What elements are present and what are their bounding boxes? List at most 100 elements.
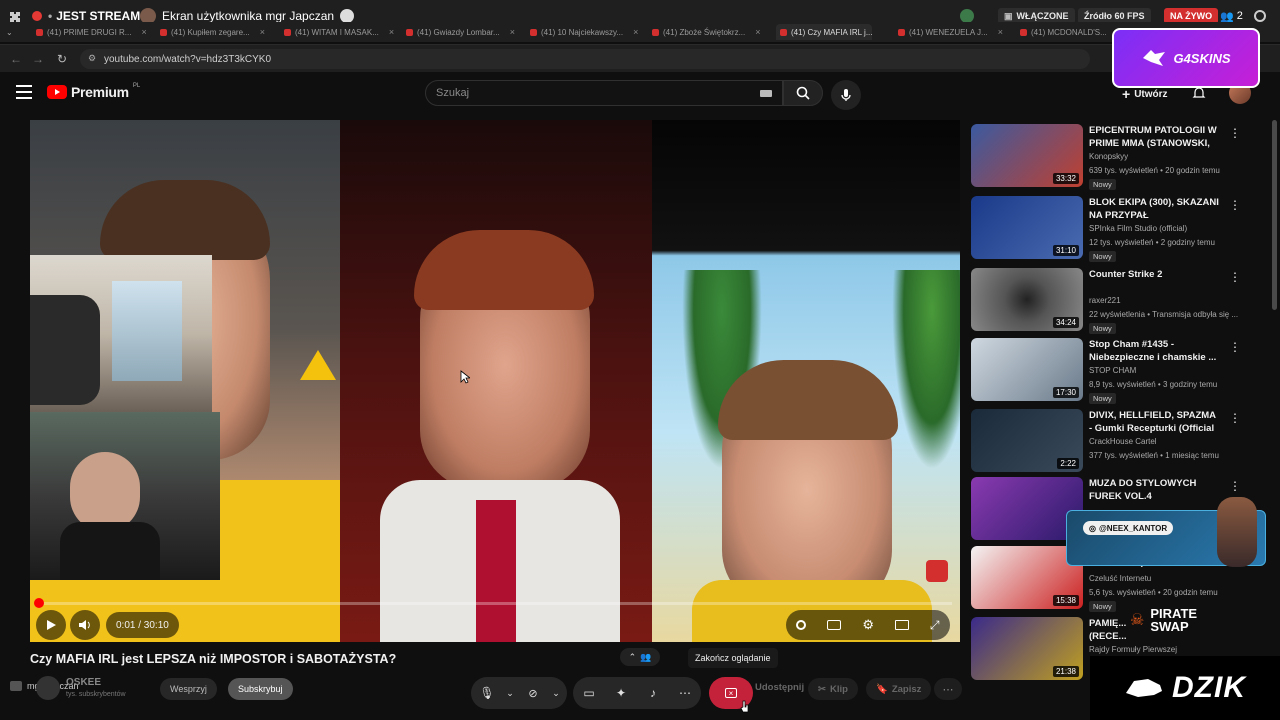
kebab-menu-icon[interactable]: ⋮ bbox=[1229, 479, 1241, 493]
youtube-logo[interactable]: Premium PL bbox=[47, 83, 140, 100]
video-thumbnail[interactable]: 21:38 bbox=[971, 617, 1083, 680]
sidebar-scrollbar[interactable] bbox=[1272, 120, 1277, 310]
channel-name[interactable]: STOP CHAM bbox=[1089, 366, 1136, 375]
video-thumbnail[interactable]: 2:22 bbox=[971, 409, 1083, 472]
video-thumbnail[interactable]: 17:30 bbox=[971, 338, 1083, 401]
autoplay-toggle-icon[interactable] bbox=[796, 620, 807, 630]
tab-2[interactable]: (41) WITAM I MASAK... × bbox=[284, 24, 396, 40]
kebab-menu-icon[interactable]: ⋮ bbox=[1229, 126, 1241, 140]
play-icon bbox=[47, 620, 56, 630]
tab-4[interactable]: (41) 10 Najciekawszy... × bbox=[530, 24, 642, 40]
kebab-menu-icon[interactable]: ⋮ bbox=[1229, 198, 1241, 212]
recommendation-item[interactable]: 31:10 BLOK EKIPA (300), SKAZANI NA PRZYP… bbox=[971, 196, 1271, 262]
tab-5[interactable]: (41) Zboże Świętokrz... × bbox=[652, 24, 764, 40]
close-icon[interactable]: × bbox=[260, 27, 265, 37]
close-icon[interactable]: × bbox=[998, 27, 1003, 37]
tab-3[interactable]: (41) Gwiazdy Lombar... × bbox=[406, 24, 518, 40]
channel-name[interactable]: Konopskyy bbox=[1089, 152, 1128, 161]
channel-name[interactable]: CrackHouse Cartel bbox=[1089, 437, 1157, 446]
close-icon[interactable]: × bbox=[633, 27, 638, 37]
reload-icon[interactable]: ↻ bbox=[54, 51, 70, 67]
video-player[interactable]: 0:01 / 30:10 ⚙ ⤢ bbox=[30, 120, 960, 642]
kebab-menu-icon[interactable]: ⋮ bbox=[1229, 270, 1241, 284]
soundboard-button[interactable]: ♪ bbox=[637, 677, 669, 709]
recommendation-item[interactable]: 33:32 EPICENTRUM PATOLOGII W PRIME MMA (… bbox=[971, 124, 1271, 190]
share-expand-control[interactable]: ⌃ 👥 bbox=[620, 648, 660, 666]
video-title[interactable]: PAMIĘ... (RECE... bbox=[1089, 617, 1129, 643]
chevron-down-icon[interactable]: ⌄ bbox=[503, 677, 517, 709]
back-icon[interactable]: ← bbox=[8, 51, 24, 67]
clip-button[interactable]: ✂ Klip bbox=[808, 678, 858, 700]
url-field[interactable]: ⚙ youtube.com/watch?v=hdz3T3kCYK0 bbox=[80, 49, 1090, 69]
recommendation-item[interactable]: 17:30 Stop Cham #1435 - Niebezpieczne i … bbox=[971, 338, 1271, 404]
video-title[interactable]: BLOK EKIPA (300), SKAZANI NA PRZYPAŁ bbox=[1089, 196, 1219, 222]
video-thumbnail[interactable]: 33:32 bbox=[971, 124, 1083, 187]
tab-8[interactable]: (41) MCDONALD'S... bbox=[1020, 24, 1116, 40]
progress-handle[interactable] bbox=[34, 598, 44, 608]
search-input[interactable]: Szukaj bbox=[425, 80, 783, 106]
channel-name[interactable]: OSKEE bbox=[66, 677, 101, 688]
pirate-logo-icon: ☠ bbox=[1130, 612, 1145, 629]
kebab-menu-icon[interactable]: ⋮ bbox=[1229, 340, 1241, 354]
subscribe-button[interactable]: Subskrybuj bbox=[228, 678, 293, 700]
subtitles-icon[interactable] bbox=[827, 620, 842, 630]
video-title[interactable]: MUZA DO STYLOWYCH FUREK VOL.4 bbox=[1089, 477, 1219, 503]
microphone-button[interactable]: 🎙 bbox=[471, 677, 503, 709]
menu-icon[interactable] bbox=[16, 85, 32, 99]
bookmark-icon: 🔖 bbox=[876, 683, 888, 695]
settings-gear-icon[interactable]: ⚙ bbox=[862, 617, 874, 633]
recommendation-item[interactable]: 34:24 Counter Strike 2 raxer221 22 wyświ… bbox=[971, 268, 1271, 334]
forward-icon[interactable]: → bbox=[30, 51, 46, 67]
user-icon bbox=[340, 9, 355, 23]
channel-name[interactable]: raxer221 bbox=[1089, 296, 1121, 305]
theater-mode-icon[interactable] bbox=[894, 620, 909, 630]
channel-avatar[interactable] bbox=[36, 676, 60, 700]
video-title[interactable]: Stop Cham #1435 - Niebezpieczne i chamsk… bbox=[1089, 338, 1219, 364]
volume-button[interactable] bbox=[70, 610, 100, 640]
screen-share-button[interactable]: ▭ bbox=[573, 677, 605, 709]
kebab-menu-icon[interactable]: ⋮ bbox=[1229, 411, 1241, 425]
more-button[interactable]: ⋯ bbox=[669, 677, 701, 709]
create-button[interactable]: + Utwórz bbox=[1122, 86, 1168, 102]
tab-0[interactable]: (41) PRIME DRUGI R... × bbox=[36, 24, 146, 40]
wolf-logo-icon bbox=[1143, 50, 1166, 66]
tab-7[interactable]: (41) WENEZUELA J... × bbox=[898, 24, 1014, 40]
save-button[interactable]: 🔖 Zapisz bbox=[866, 678, 932, 700]
video-thumbnail[interactable]: 34:24 bbox=[971, 268, 1083, 331]
voice-search-button[interactable] bbox=[831, 80, 861, 110]
channel-name[interactable]: Czeluść Internetu bbox=[1089, 574, 1151, 583]
new-badge: Nowy bbox=[1089, 393, 1116, 404]
search-button[interactable] bbox=[783, 80, 823, 106]
close-icon[interactable]: × bbox=[389, 27, 394, 37]
close-icon[interactable]: × bbox=[755, 27, 760, 37]
progress-track[interactable] bbox=[38, 602, 952, 605]
recommendation-item[interactable]: 2:22 DIVIX, HELLFIELD, SPAZMA - Gumki Re… bbox=[971, 409, 1271, 475]
keyboard-icon[interactable] bbox=[760, 90, 772, 97]
streamer-shirt bbox=[60, 522, 160, 580]
chevron-down-icon[interactable]: ⌄ bbox=[549, 677, 563, 709]
thumbnail-panel-right bbox=[652, 120, 960, 642]
activities-button[interactable]: ✦ bbox=[605, 677, 637, 709]
sponsor-pirateswap-overlay: ☠ PIRATE SWAP bbox=[1130, 606, 1198, 634]
channel-name[interactable]: Rajdy Formuły Pierwszej bbox=[1089, 645, 1177, 654]
close-icon[interactable]: × bbox=[141, 27, 146, 37]
tab-scroll-icon[interactable]: ⌄ bbox=[6, 24, 26, 40]
more-actions-button[interactable]: ⋯ bbox=[934, 678, 962, 700]
share-button[interactable]: Udostępnij bbox=[755, 682, 804, 693]
play-button[interactable] bbox=[36, 610, 66, 640]
close-stream-icon: × bbox=[725, 688, 737, 698]
video-title[interactable]: EPICENTRUM PATOLOGII W PRIME MMA (STANOW… bbox=[1089, 124, 1219, 150]
video-title[interactable]: DIVIX, HELLFIELD, SPAZMA - Gumki Receptu… bbox=[1089, 409, 1219, 435]
sponsor-g4skins-overlay: G4SKINS bbox=[1112, 28, 1260, 88]
fullscreen-icon[interactable]: ⤢ bbox=[930, 618, 940, 633]
tab-1[interactable]: (41) Kupiłem zegare... × bbox=[160, 24, 272, 40]
tab-6-active[interactable]: (41) Czy MAFIA IRL j...× bbox=[776, 24, 872, 40]
close-icon[interactable]: × bbox=[510, 27, 515, 37]
camera-off-button[interactable]: ⊘ bbox=[517, 677, 549, 709]
video-title[interactable]: Counter Strike 2 bbox=[1089, 268, 1219, 294]
bell-icon[interactable] bbox=[1192, 86, 1206, 100]
video-thumbnail[interactable]: 31:10 bbox=[971, 196, 1083, 259]
channel-name[interactable]: SPInka Film Studio (official) bbox=[1089, 224, 1187, 233]
support-button[interactable]: Wesprzyj bbox=[160, 678, 217, 700]
site-info-icon[interactable]: ⚙ bbox=[88, 53, 96, 64]
